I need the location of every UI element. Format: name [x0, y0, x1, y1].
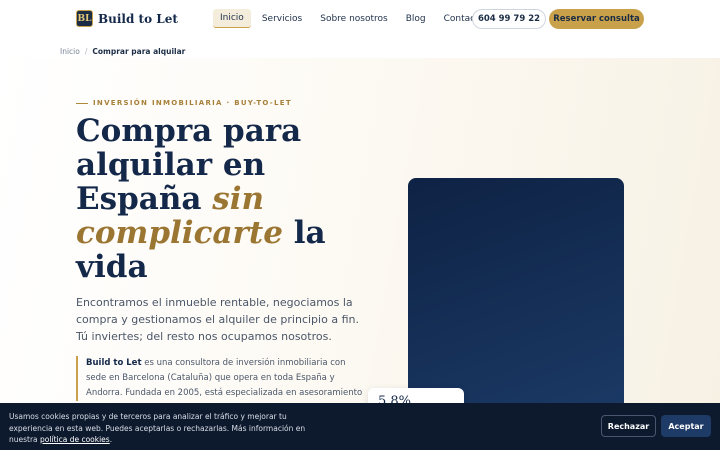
breadcrumb: Inicio / Comprar para alquilar: [60, 47, 185, 56]
book-consultation-button[interactable]: Reservar consulta: [549, 9, 644, 29]
logo-mark: BL: [76, 10, 93, 27]
cookie-policy-link[interactable]: política de cookies: [40, 435, 110, 444]
cookie-end: .: [109, 435, 113, 444]
accept-cookies-button[interactable]: Aceptar: [661, 415, 711, 437]
about-brand: Build to Let: [86, 358, 142, 368]
hero-lead: Encontramos el inmueble rentable, negoci…: [76, 296, 359, 343]
hero-eyebrow: INVERSIÓN INMOBILIARIA · BUY-TO-LET: [76, 99, 292, 107]
hero-image-card: [408, 178, 624, 418]
nav-item-servicios[interactable]: Servicios: [255, 10, 309, 28]
nav-item-sobre-nosotros[interactable]: Sobre nosotros: [313, 10, 394, 28]
eyebrow-text: INVERSIÓN INMOBILIARIA · BUY-TO-LET: [93, 99, 292, 107]
reject-cookies-button[interactable]: Rechazar: [601, 415, 656, 437]
nav-item-blog[interactable]: Blog: [399, 10, 433, 28]
about-text: Build to Let es una consultora de invers…: [76, 356, 368, 401]
main-nav: Inicio Servicios Sobre nosotros Blog Con…: [213, 9, 495, 28]
breadcrumb-current: Comprar para alquilar: [92, 47, 186, 56]
breadcrumb-home[interactable]: Inicio: [60, 47, 80, 56]
hero-title-part1: Compra para alquilar en España: [76, 113, 302, 217]
site-header: BL Build to Let Inicio Servicios Sobre n…: [0, 0, 720, 40]
breadcrumb-separator: /: [84, 47, 88, 56]
logo[interactable]: BL Build to Let: [76, 10, 178, 27]
nav-item-inicio[interactable]: Inicio: [213, 9, 251, 28]
phone-button[interactable]: 604 99 79 22: [472, 9, 546, 29]
eyebrow-line: [76, 102, 88, 104]
logo-text: Build to Let: [98, 11, 178, 26]
cookie-text: Usamos cookies propias y de terceros par…: [9, 411, 319, 446]
hero-title: Compra para alquilar en España sin compl…: [76, 114, 376, 284]
